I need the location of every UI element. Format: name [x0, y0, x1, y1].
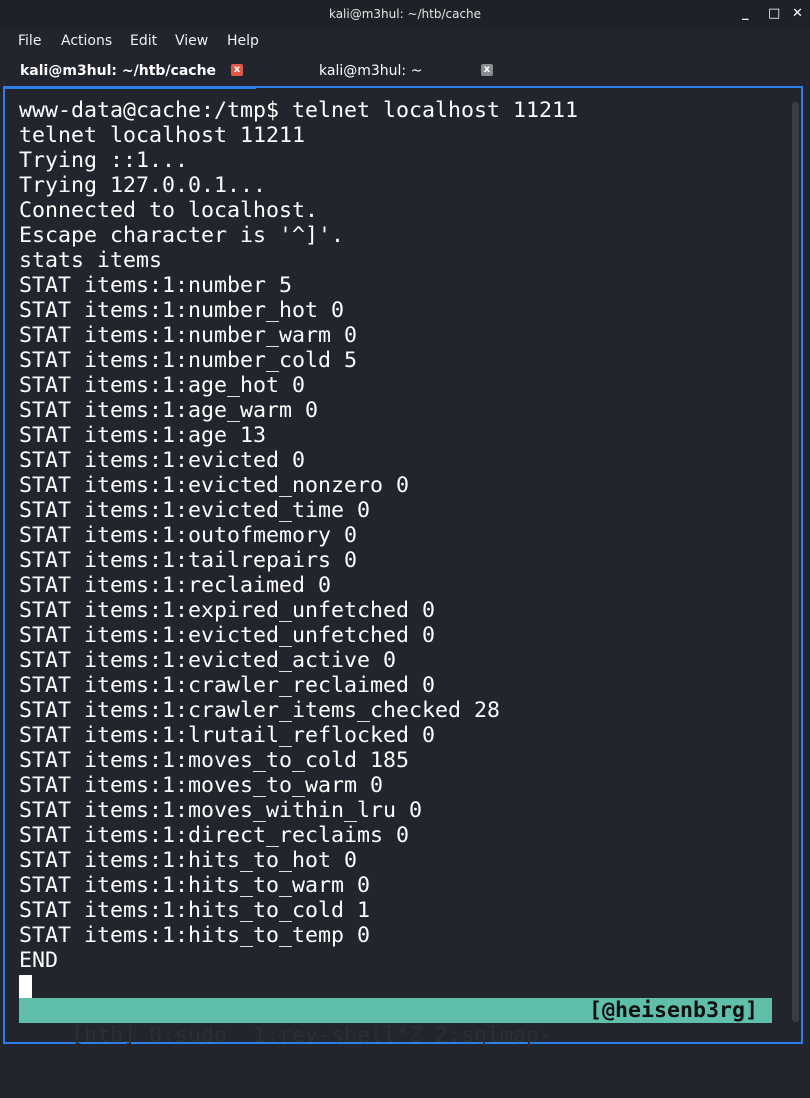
- scrollbar[interactable]: [792, 102, 799, 1022]
- terminal-line: Trying 127.0.0.1...: [19, 173, 267, 198]
- terminal-line: STAT items:1:evicted_active 0: [19, 648, 397, 673]
- terminal-line: Trying ::1...: [19, 148, 189, 173]
- terminal-line: STAT items:1:direct_reclaims 0: [19, 823, 410, 848]
- tab-close-icon[interactable]: x: [481, 64, 493, 76]
- terminal-line: www-data@cache:/tmp$ telnet localhost 11…: [19, 98, 579, 123]
- terminal-line: STAT items:1:expired_unfetched 0: [19, 598, 436, 623]
- cursor-line: [19, 973, 578, 998]
- terminal-line: STAT items:1:age_warm 0: [19, 398, 319, 423]
- terminal-line: STAT items:1:number_warm 0: [19, 323, 358, 348]
- terminal-line: STAT items:1:hits_to_hot 0: [19, 848, 358, 873]
- terminal-line: STAT items:1:evicted_time 0: [19, 498, 371, 523]
- terminal-line: STAT items:1:evicted_nonzero 0: [19, 473, 410, 498]
- terminal-output: www-data@cache:/tmp$ telnet localhost 11…: [19, 98, 578, 998]
- terminal-line: STAT items:1:age 13: [19, 423, 267, 448]
- terminal-line: Connected to localhost.: [19, 198, 319, 223]
- terminal-line: END: [19, 948, 59, 973]
- terminal-line: STAT items:1:hits_to_cold 1: [19, 898, 371, 923]
- terminal-line: STAT items:1:outofmemory 0: [19, 523, 358, 548]
- terminal-line: Escape character is '^]'.: [19, 223, 345, 248]
- terminal-line: STAT items:1:moves_to_warm 0: [19, 773, 384, 798]
- terminal-pane[interactable]: www-data@cache:/tmp$ telnet localhost 11…: [3, 86, 803, 1048]
- cursor: [19, 974, 32, 998]
- minimize-icon[interactable]: _: [742, 6, 749, 21]
- terminal-line: STAT items:1:reclaimed 0: [19, 573, 332, 598]
- tab-htb-cache[interactable]: kali@m3hul: ~/htb/cache x: [4, 56, 256, 89]
- terminal-line: STAT items:1:moves_within_lru 0: [19, 798, 423, 823]
- menu-actions[interactable]: Actions: [61, 33, 112, 49]
- close-icon[interactable]: ✕: [792, 6, 803, 21]
- terminal-line: STAT items:1:lrutail_reflocked 0: [19, 723, 436, 748]
- tab-close-icon[interactable]: x: [231, 64, 243, 76]
- menu-help[interactable]: Help: [227, 33, 259, 49]
- tab-bar: kali@m3hul: ~/htb/cache x kali@m3hul: ~ …: [0, 56, 810, 89]
- tmux-windows: [htb] 0:sudo 1:rev-shell*Z 2:sqlmap-: [71, 1023, 553, 1048]
- window-title: kali@m3hul: ~/htb/cache: [328, 7, 482, 21]
- tmux-status-bar: [htb] 0:sudo 1:rev-shell*Z 2:sqlmap- [@h…: [19, 998, 772, 1048]
- tab-home[interactable]: kali@m3hul: ~ x: [256, 56, 506, 86]
- terminal-line: telnet localhost 11211: [19, 123, 306, 148]
- maximize-icon[interactable]: □: [768, 6, 780, 21]
- terminal-line: STAT items:1:tailrepairs 0: [19, 548, 358, 573]
- terminal-line: STAT items:1:crawler_reclaimed 0: [19, 673, 436, 698]
- menu-view[interactable]: View: [175, 33, 208, 49]
- terminal-line: STAT items:1:hits_to_temp 0: [19, 923, 371, 948]
- title-bar: kali@m3hul: ~/htb/cache _ □ ✕: [0, 0, 810, 28]
- terminal-line: STAT items:1:number_cold 5: [19, 348, 358, 373]
- terminal-line: STAT items:1:moves_to_cold 185: [19, 748, 410, 773]
- terminal-line: STAT items:1:age_hot 0: [19, 373, 306, 398]
- terminal-line: STAT items:1:number 5: [19, 273, 293, 298]
- menu-bar: File Actions Edit View Help: [0, 28, 810, 56]
- tab-label: kali@m3hul: ~: [319, 63, 423, 79]
- terminal-line: STAT items:1:evicted_unfetched 0: [19, 623, 436, 648]
- terminal-line: STAT items:1:crawler_items_checked 28: [19, 698, 501, 723]
- terminal-line: STAT items:1:number_hot 0: [19, 298, 345, 323]
- tab-label: kali@m3hul: ~/htb/cache: [20, 63, 217, 79]
- menu-file[interactable]: File: [18, 33, 41, 49]
- terminal-line: STAT items:1:hits_to_warm 0: [19, 873, 371, 898]
- terminal-line: STAT items:1:evicted 0: [19, 448, 306, 473]
- terminal-line: stats items: [19, 248, 163, 273]
- menu-edit[interactable]: Edit: [130, 33, 157, 49]
- tmux-session-label: [@heisenb3rg]: [588, 998, 758, 1023]
